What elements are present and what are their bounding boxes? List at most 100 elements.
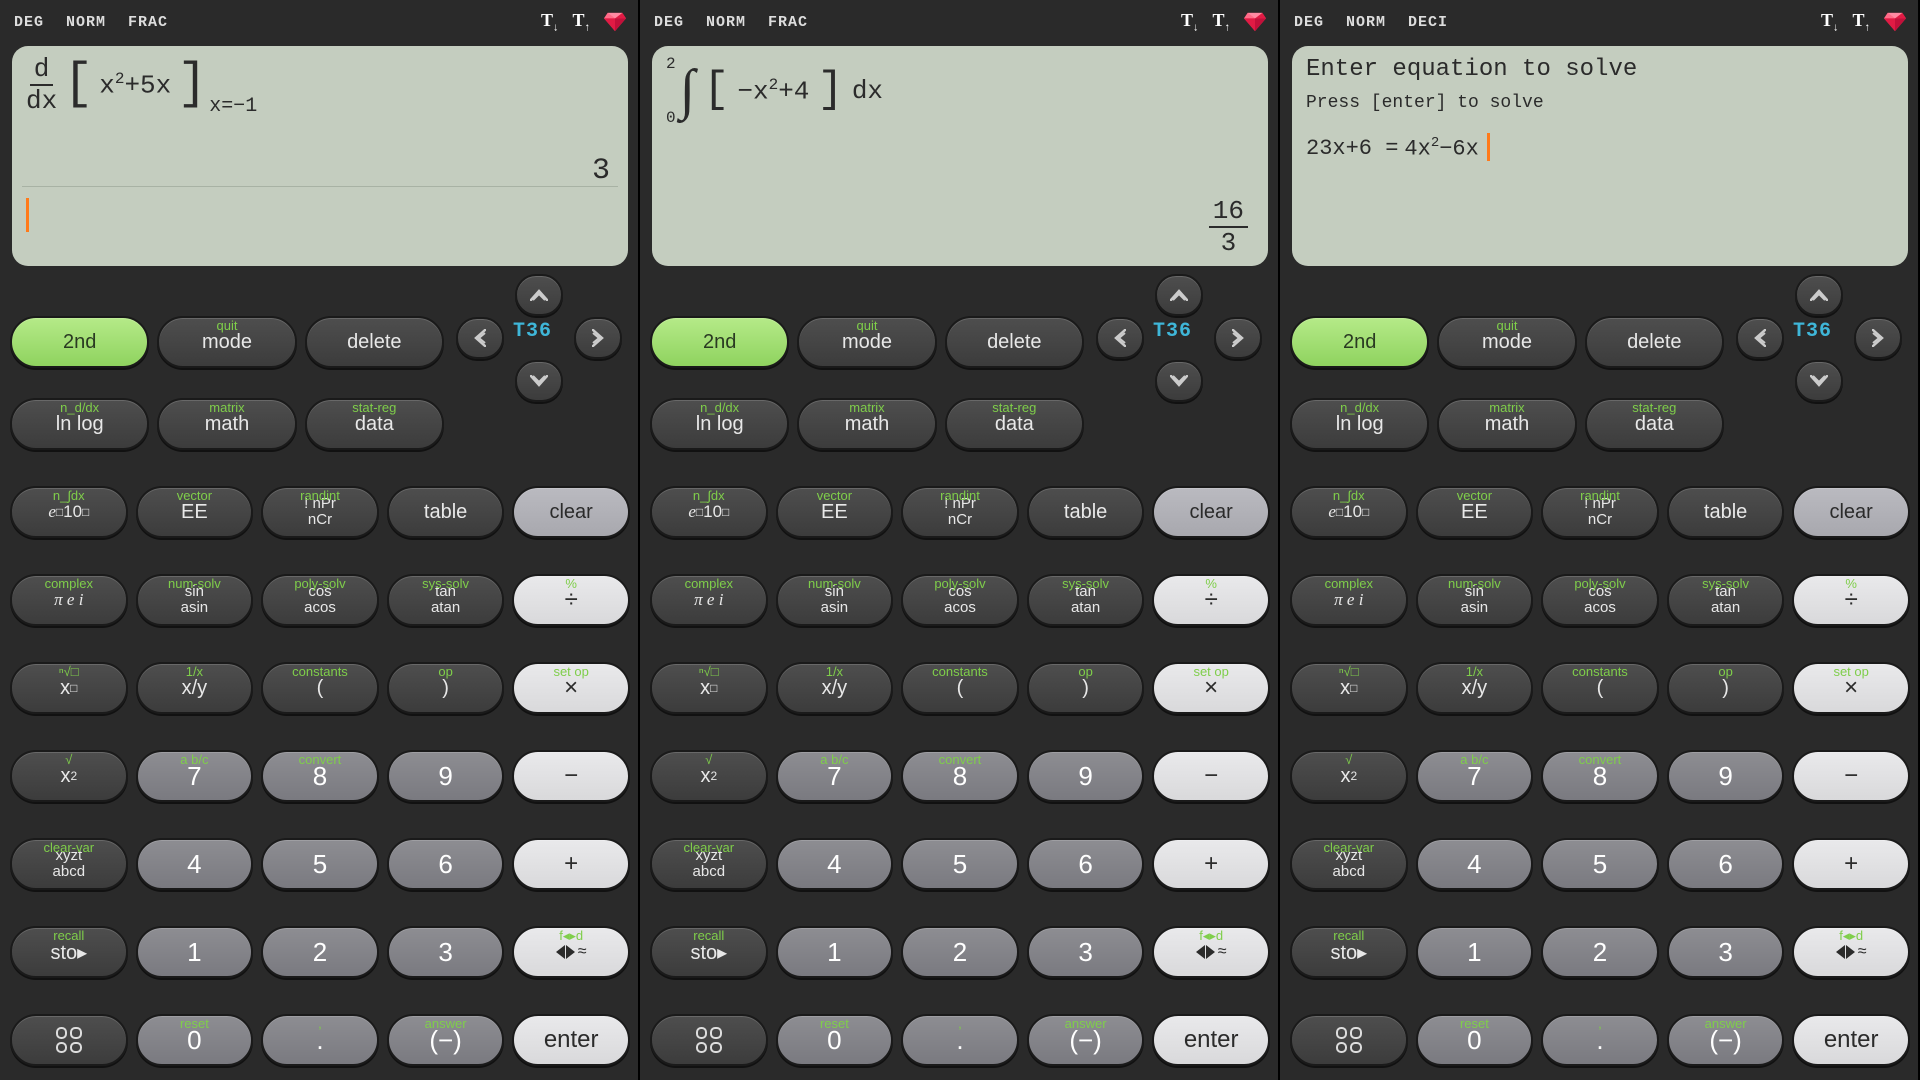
mode-indicator: NORM xyxy=(706,14,746,31)
nav-center-label[interactable]: T36 xyxy=(1793,320,1832,343)
digit-9-button[interactable]: 9 xyxy=(387,750,505,802)
apps-button[interactable] xyxy=(1290,1014,1408,1066)
arrow-left-button[interactable] xyxy=(1096,317,1144,359)
sec-abc: a b/c xyxy=(820,752,848,767)
digit-4-button[interactable]: 4 xyxy=(776,838,894,890)
text-size-up-icon[interactable]: T↑ xyxy=(1212,10,1230,34)
digit-2-button[interactable]: 2 xyxy=(901,926,1019,978)
delete-button[interactable]: delete xyxy=(305,316,444,368)
table-button[interactable]: table xyxy=(1667,486,1785,538)
digit-4-button[interactable]: 4 xyxy=(136,838,254,890)
calculator-panel-1: DEGNORMFRAC T↓ T↑ ddx [ x2+5x ] x=−1 3 2… xyxy=(0,0,640,1080)
table-button[interactable]: table xyxy=(387,486,505,538)
clear-button[interactable]: clear xyxy=(512,486,630,538)
digit-4-button[interactable]: 4 xyxy=(1416,838,1534,890)
sec-const: constants xyxy=(932,664,988,679)
sec-polysolv: poly-solv xyxy=(1574,576,1625,591)
result: 163 xyxy=(1209,198,1248,256)
sec-setop: set op xyxy=(1833,664,1868,679)
arrow-right-button[interactable] xyxy=(1214,317,1262,359)
sec-op: op xyxy=(438,664,452,679)
sec-numsolv: num-solv xyxy=(168,576,221,591)
apps-button[interactable] xyxy=(650,1014,768,1066)
gem-icon[interactable] xyxy=(604,12,626,32)
digit-3-button[interactable]: 3 xyxy=(387,926,505,978)
sec-nddx: n_d/dx xyxy=(60,400,99,415)
second-button[interactable]: 2nd xyxy=(10,316,149,368)
mode-indicator: DEG xyxy=(654,14,684,31)
calculator-panel-2: DEGNORMFRAC T↓ T↑ 20 ∫ [ −x2+4 ] dx 163 … xyxy=(640,0,1280,1080)
sec-syssolv: sys-solv xyxy=(422,576,469,591)
enter-button[interactable]: enter xyxy=(1792,1014,1910,1066)
gem-icon[interactable] xyxy=(1244,12,1266,32)
plus-button[interactable]: + xyxy=(1152,838,1270,890)
sec-inv: 1/x xyxy=(1466,664,1483,679)
sec-inv: 1/x xyxy=(186,664,203,679)
delete-button[interactable]: delete xyxy=(1585,316,1724,368)
equation-input[interactable]: 23x+6 = 4x2−6x xyxy=(1306,133,1894,161)
digit-3-button[interactable]: 3 xyxy=(1667,926,1785,978)
enter-button[interactable]: enter xyxy=(1152,1014,1270,1066)
sec-nint: n_∫dx xyxy=(1333,488,1365,503)
nav-center-label[interactable]: T36 xyxy=(1153,320,1192,343)
second-button[interactable]: 2nd xyxy=(650,316,789,368)
digit-1-button[interactable]: 1 xyxy=(1416,926,1534,978)
sec-reset: reset xyxy=(820,1016,849,1031)
sec-complex: complex xyxy=(1325,576,1373,591)
apps-button[interactable] xyxy=(10,1014,128,1066)
status-bar: DEGNORMDECI T↓ T↑ xyxy=(1288,8,1912,36)
digit-5-button[interactable]: 5 xyxy=(901,838,1019,890)
arrow-up-button[interactable] xyxy=(515,274,563,316)
sec-vector: vector xyxy=(817,488,852,503)
text-size-down-icon[interactable]: T↓ xyxy=(1821,10,1839,34)
sec-pct: % xyxy=(1205,576,1217,591)
sec-recall: recall xyxy=(1333,928,1364,943)
arrow-right-button[interactable] xyxy=(574,317,622,359)
digit-1-button[interactable]: 1 xyxy=(776,926,894,978)
text-size-down-icon[interactable]: T↓ xyxy=(1181,10,1199,34)
digit-5-button[interactable]: 5 xyxy=(1541,838,1659,890)
sec-quit: quit xyxy=(217,318,238,333)
text-size-up-icon[interactable]: T↑ xyxy=(572,10,590,34)
delete-button[interactable]: delete xyxy=(945,316,1084,368)
arrow-left-button[interactable] xyxy=(456,317,504,359)
digit-9-button[interactable]: 9 xyxy=(1667,750,1785,802)
clear-button[interactable]: clear xyxy=(1792,486,1910,538)
digit-6-button[interactable]: 6 xyxy=(1027,838,1145,890)
minus-button[interactable]: − xyxy=(512,750,630,802)
plus-button[interactable]: + xyxy=(512,838,630,890)
sec-syssolv: sys-solv xyxy=(1062,576,1109,591)
sec-comma: , xyxy=(958,1016,962,1031)
arrow-up-button[interactable] xyxy=(1795,274,1843,316)
second-button[interactable]: 2nd xyxy=(1290,316,1429,368)
digit-6-button[interactable]: 6 xyxy=(1667,838,1785,890)
arrow-left-button[interactable] xyxy=(1736,317,1784,359)
clear-button[interactable]: clear xyxy=(1152,486,1270,538)
plus-button[interactable]: + xyxy=(1792,838,1910,890)
sec-matrix: matrix xyxy=(849,400,884,415)
sec-inv: 1/x xyxy=(826,664,843,679)
nav-center-label[interactable]: T36 xyxy=(513,320,552,343)
digit-2-button[interactable]: 2 xyxy=(1541,926,1659,978)
table-button[interactable]: table xyxy=(1027,486,1145,538)
minus-button[interactable]: − xyxy=(1152,750,1270,802)
digit-5-button[interactable]: 5 xyxy=(261,838,379,890)
gem-icon[interactable] xyxy=(1884,12,1906,32)
text-size-down-icon[interactable]: T↓ xyxy=(541,10,559,34)
digit-9-button[interactable]: 9 xyxy=(1027,750,1145,802)
digit-6-button[interactable]: 6 xyxy=(387,838,505,890)
minus-button[interactable]: − xyxy=(1792,750,1910,802)
digit-3-button[interactable]: 3 xyxy=(1027,926,1145,978)
enter-button[interactable]: enter xyxy=(512,1014,630,1066)
digit-2-button[interactable]: 2 xyxy=(261,926,379,978)
sec-recall: recall xyxy=(53,928,84,943)
text-size-up-icon[interactable]: T↑ xyxy=(1852,10,1870,34)
sec-answer: answer xyxy=(1705,1016,1747,1031)
digit-1-button[interactable]: 1 xyxy=(136,926,254,978)
arrow-right-button[interactable] xyxy=(1854,317,1902,359)
sec-matrix: matrix xyxy=(1489,400,1524,415)
mode-indicator: NORM xyxy=(1346,14,1386,31)
arrow-up-button[interactable] xyxy=(1155,274,1203,316)
sec-op: op xyxy=(1078,664,1092,679)
display: 20 ∫ [ −x2+4 ] dx 163 xyxy=(652,46,1268,266)
